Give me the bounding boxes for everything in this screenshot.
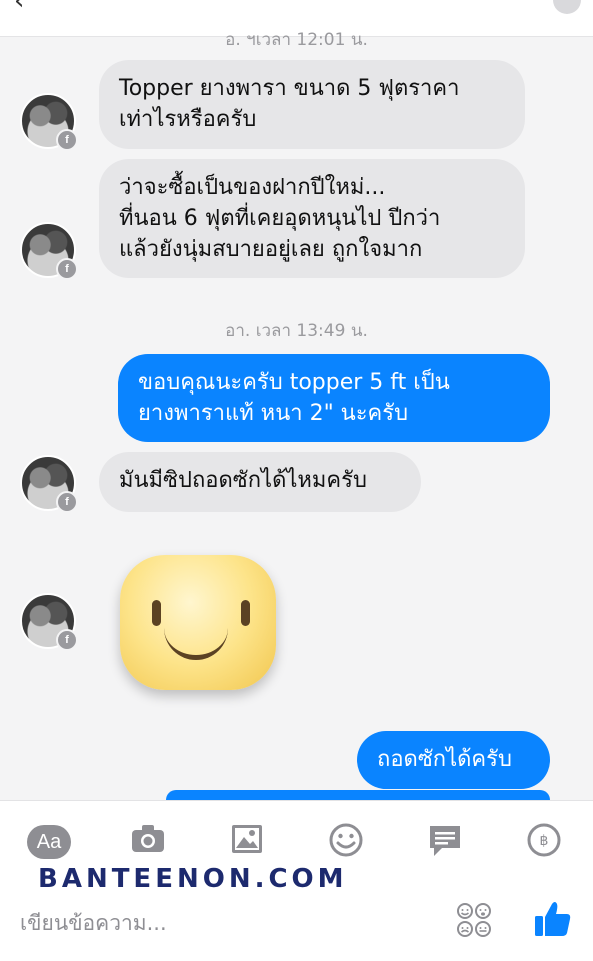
chat-thread: ‹ อ. ฯเวลา 12:01 น. f Topper ยางพารา ขนา… (0, 0, 593, 800)
facebook-badge-icon: f (56, 258, 78, 280)
avatar[interactable]: f (20, 93, 78, 151)
smiley-icon[interactable] (329, 823, 363, 863)
message-bubble-outgoing[interactable]: ถอดซักได้ครับ (357, 731, 550, 789)
message-bubble-incoming[interactable]: มันมีซิปถอดซักได้ไหมครับ (99, 452, 421, 512)
emoji-faces-icon[interactable] (456, 902, 492, 942)
sticker-mouth (164, 617, 228, 660)
payment-symbol: ฿ (540, 833, 549, 849)
message-bubble-partial[interactable] (166, 790, 550, 800)
text-format-button[interactable]: Aa (27, 825, 71, 859)
facebook-badge-icon: f (56, 129, 78, 151)
message-input[interactable]: เขียนข้อความ... (20, 907, 167, 940)
camera-icon[interactable] (130, 823, 166, 863)
avatar[interactable]: f (20, 593, 78, 651)
message-bubble-incoming[interactable]: ว่าจะซื้อเป็นของฝากปีใหม่... ที่นอน 6 ฟุ… (99, 159, 525, 278)
avatar[interactable]: f (20, 455, 78, 513)
message-bubble-incoming[interactable]: Topper ยางพารา ขนาด 5 ฟุตราคา เท่าไรหรือ… (99, 60, 525, 149)
sticker-eye (241, 600, 250, 626)
timestamp: อา. เวลา 13:49 น. (225, 321, 368, 341)
smiley-sticker[interactable] (120, 555, 276, 690)
payment-icon[interactable]: ฿ (527, 823, 561, 863)
facebook-badge-icon: f (56, 629, 78, 651)
timestamp: อ. ฯเวลา 12:01 น. (225, 30, 368, 50)
sticker-eye (152, 600, 161, 626)
facebook-badge-icon: f (56, 491, 78, 513)
image-icon[interactable] (231, 823, 263, 863)
avatar[interactable]: f (20, 222, 78, 280)
watermark-logo: BANTEENON.COM (38, 864, 348, 894)
back-arrow-icon[interactable]: ‹ (14, 0, 24, 16)
chat-bubble-icon[interactable] (428, 823, 462, 863)
info-icon[interactable] (553, 0, 581, 14)
message-bubble-outgoing[interactable]: ขอบคุณนะครับ topper 5 ft เป็น ยางพาราแท้… (118, 354, 550, 442)
thumbs-up-icon[interactable] (532, 898, 574, 944)
